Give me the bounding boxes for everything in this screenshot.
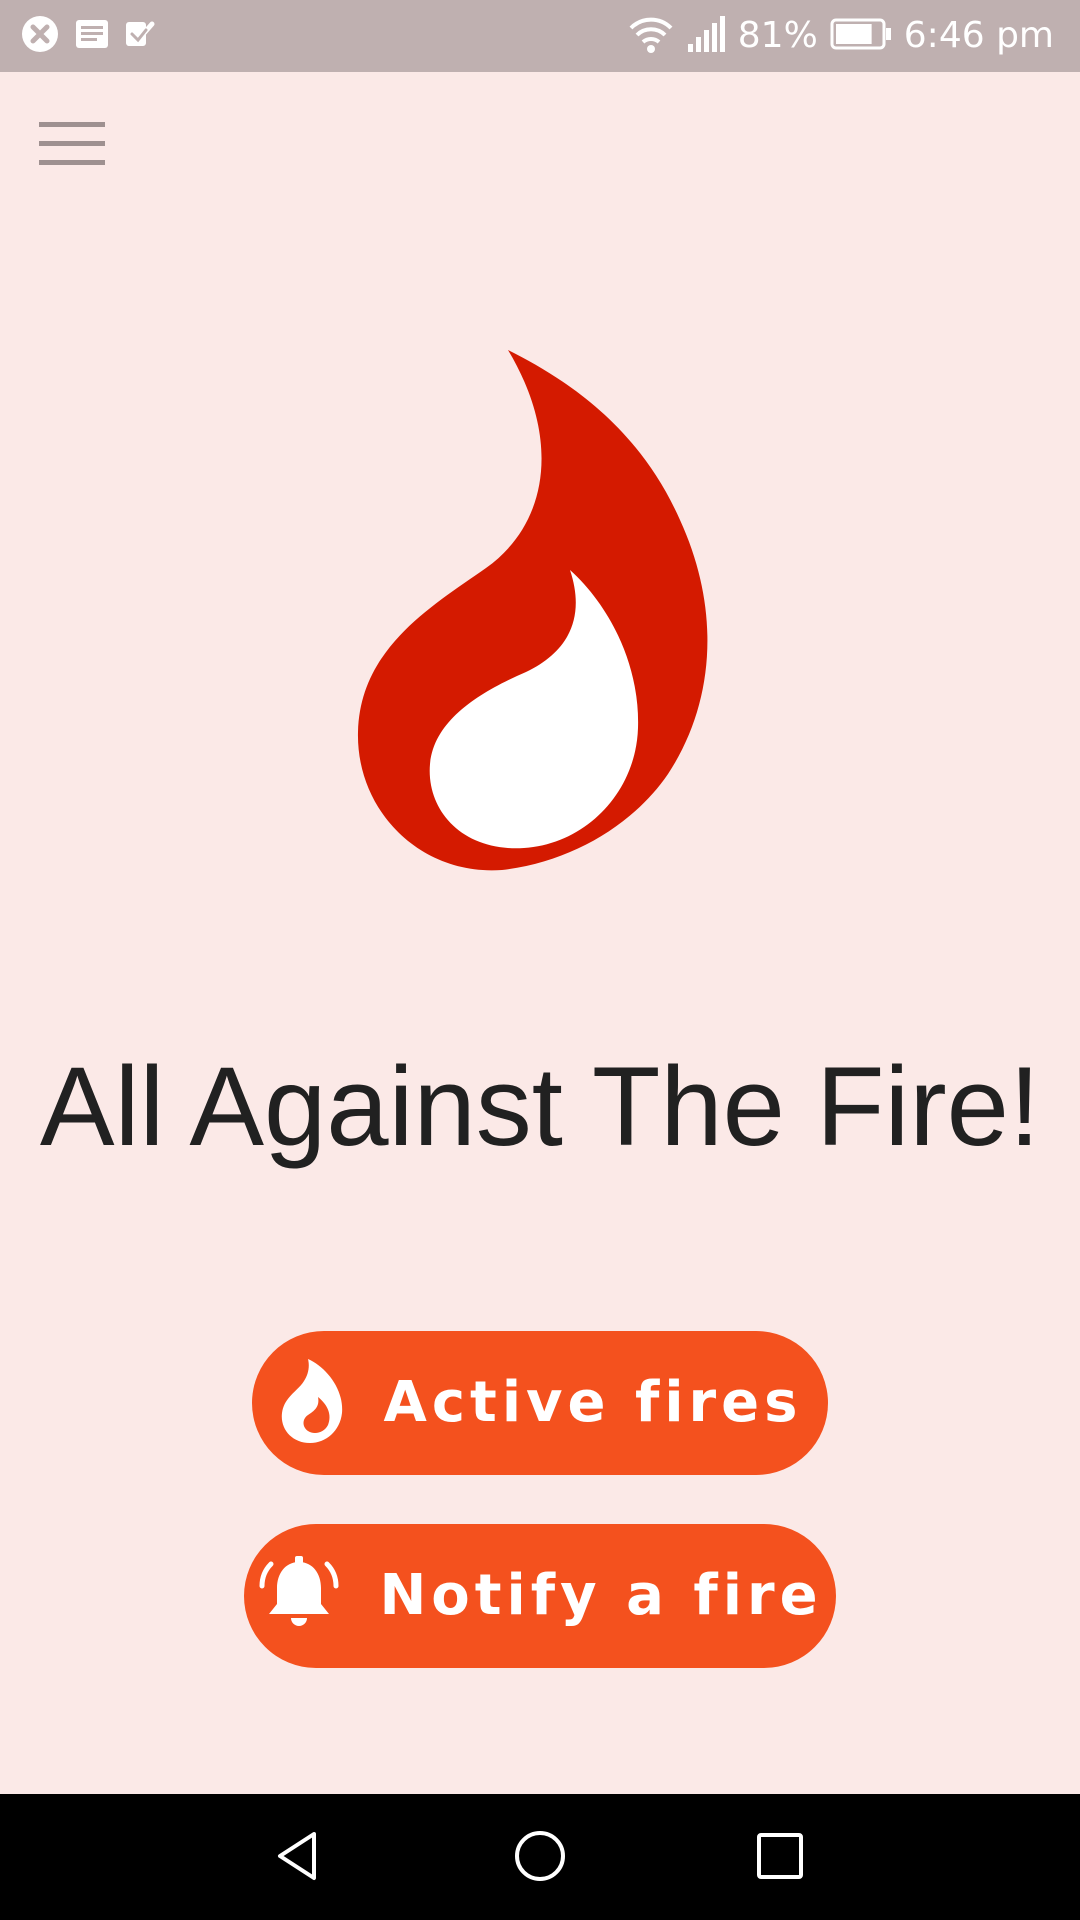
wifi-icon xyxy=(628,14,674,58)
home-button[interactable] xyxy=(504,1822,576,1894)
news-icon xyxy=(74,18,110,54)
checklist-icon xyxy=(124,18,156,54)
hamburger-menu-icon xyxy=(37,120,107,172)
battery-icon xyxy=(830,18,892,54)
notify-fire-button[interactable]: Notify a fire xyxy=(244,1524,836,1668)
status-bar: 81% 6:46 pm xyxy=(0,0,1080,72)
back-button[interactable] xyxy=(262,1822,334,1894)
flame-icon xyxy=(278,1357,346,1449)
menu-button[interactable] xyxy=(28,110,116,182)
close-circle-icon xyxy=(20,14,60,58)
alarm-bell-icon xyxy=(257,1552,341,1640)
active-fires-button[interactable]: Active fires xyxy=(252,1331,828,1475)
system-status: 81% 6:46 pm xyxy=(628,12,1054,60)
battery-percent: 81% xyxy=(737,15,818,56)
signal-icon xyxy=(686,14,726,58)
home-icon xyxy=(512,1828,568,1888)
battery-level-fill xyxy=(835,24,872,44)
app-title: All Against The Fire! xyxy=(39,1044,1041,1169)
notify-fire-label: Notify a fire xyxy=(379,1563,823,1628)
active-fires-label: Active fires xyxy=(383,1370,803,1435)
clock: 6:46 pm xyxy=(903,15,1054,56)
notification-icons xyxy=(20,16,156,56)
recents-icon xyxy=(752,1828,808,1888)
navigation-bar xyxy=(0,1794,1080,1920)
recents-button[interactable] xyxy=(744,1822,816,1894)
flame-logo-icon xyxy=(350,344,730,874)
back-icon xyxy=(270,1828,326,1888)
